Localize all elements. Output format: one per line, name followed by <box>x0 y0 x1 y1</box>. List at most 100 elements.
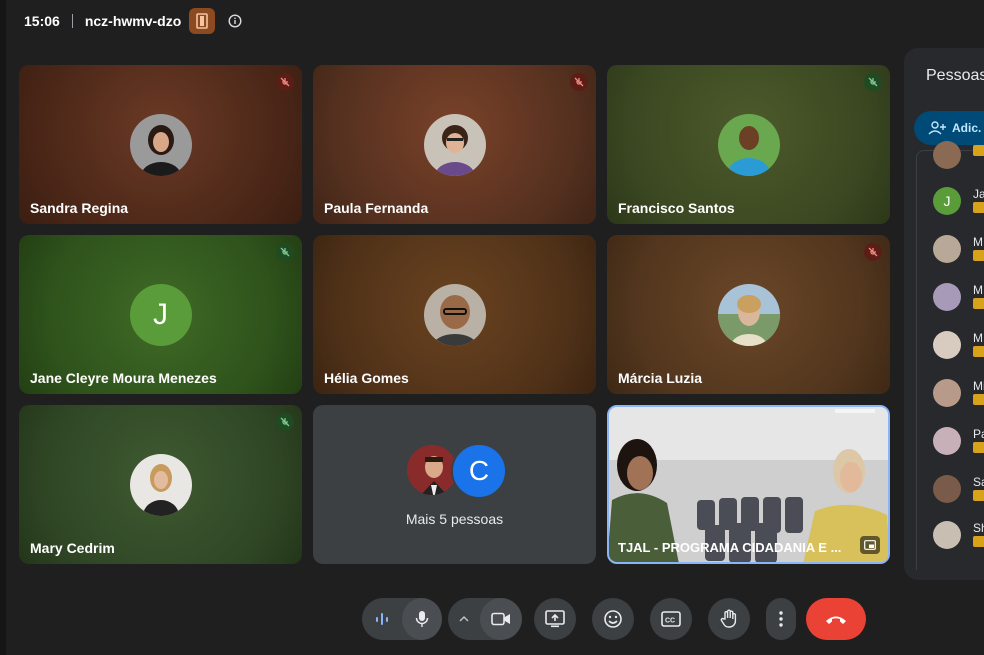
pip-icon[interactable] <box>860 536 880 554</box>
participant-avatar <box>933 141 961 169</box>
hang-up-icon <box>826 616 846 624</box>
participant-avatar <box>933 331 961 359</box>
mic-off-icon <box>570 73 588 91</box>
participant-name: Sa <box>973 475 984 489</box>
camera-options-caret[interactable] <box>448 598 480 640</box>
participant-name: Sandra Regina <box>30 200 129 216</box>
microphone-icon <box>415 611 429 627</box>
list-item[interactable]: Sh <box>933 521 984 551</box>
people-panel-title: Pessoas <box>926 67 984 84</box>
captions-button[interactable]: CC <box>650 598 692 640</box>
add-people-button[interactable]: Adic. <box>914 111 984 145</box>
participant-tile[interactable]: Paula Fernanda <box>313 65 596 224</box>
participant-name: M <box>973 235 983 249</box>
participant-avatar <box>717 283 780 346</box>
participant-name: Ja <box>973 187 984 201</box>
participant-avatar <box>717 113 780 176</box>
more-options-button[interactable] <box>766 598 796 640</box>
mic-off-icon <box>276 413 294 431</box>
more-participants-label: Mais 5 pessoas <box>405 511 504 527</box>
participant-name: TJAL - PROGRAMA CIDADANIA E ... <box>618 540 842 555</box>
more-participants-avatars: C <box>405 443 509 499</box>
present-screen-button[interactable] <box>534 598 576 640</box>
participant-tile[interactable]: Sandra Regina <box>19 65 302 224</box>
participant-letter-avatar: J <box>933 187 961 215</box>
camera-control-group <box>448 598 522 640</box>
emoji-icon <box>604 610 622 628</box>
add-people-label: Adic. <box>952 121 982 135</box>
people-panel: Pessoas Adic. J Ja M M M M P S S <box>904 48 984 580</box>
list-item[interactable]: Pa <box>933 427 984 457</box>
raise-hand-icon <box>720 609 737 628</box>
add-person-icon <box>928 121 946 135</box>
info-icon <box>228 14 242 28</box>
participant-tile[interactable]: J Jane Cleyre Moura Menezes <box>19 235 302 394</box>
leave-call-button[interactable] <box>806 598 866 640</box>
raise-hand-button[interactable] <box>708 598 750 640</box>
host-badge-icon <box>973 346 984 357</box>
participant-tile[interactable]: Mary Cedrim <box>19 405 302 564</box>
camera-button[interactable] <box>480 598 522 640</box>
participant-avatar <box>129 453 192 516</box>
list-item[interactable]: Mi <box>933 379 984 409</box>
participant-avatar <box>933 427 961 455</box>
participant-tile[interactable]: Márcia Luzia <box>607 235 890 394</box>
mic-off-icon <box>864 243 882 261</box>
mic-off-icon <box>864 73 882 91</box>
captions-icon: CC <box>661 611 681 627</box>
list-item[interactable]: Sa <box>933 475 984 505</box>
more-participants-tile[interactable]: C Mais 5 pessoas <box>313 405 596 564</box>
participant-avatar <box>933 235 961 263</box>
participant-letter-avatar: J <box>129 283 192 346</box>
meeting-code: ncz-hwmv-dzo <box>84 13 182 29</box>
reactions-button[interactable] <box>592 598 634 640</box>
list-item[interactable]: M <box>933 331 984 361</box>
participant-name: M <box>973 283 983 297</box>
header-divider <box>71 14 73 28</box>
present-screen-icon <box>545 610 565 628</box>
mic-off-icon <box>276 73 294 91</box>
participant-avatar <box>933 521 961 549</box>
participant-name: Pa <box>973 427 984 441</box>
participant-tile[interactable]: Hélia Gomes <box>313 235 596 394</box>
participant-avatar <box>933 283 961 311</box>
participant-avatar <box>423 113 486 176</box>
clock: 15:06 <box>24 13 60 29</box>
host-badge-icon <box>973 490 984 501</box>
host-badge-icon <box>973 145 984 156</box>
participant-name: Paula Fernanda <box>324 200 429 216</box>
mic-control-group <box>362 598 442 640</box>
list-item[interactable]: M <box>933 283 984 313</box>
list-item[interactable] <box>933 141 984 171</box>
list-item[interactable]: J Ja <box>933 187 984 217</box>
participant-name: Mary Cedrim <box>30 540 115 556</box>
mic-off-icon <box>276 243 294 261</box>
meeting-info-button[interactable] <box>225 11 245 31</box>
participant-avatar <box>933 475 961 503</box>
participant-name: Hélia Gomes <box>324 370 409 386</box>
host-controls-button[interactable] <box>189 8 216 34</box>
more-vert-icon <box>779 611 783 627</box>
list-item[interactable]: M <box>933 235 984 265</box>
audio-levels-button[interactable] <box>362 598 402 640</box>
participant-avatar <box>933 379 961 407</box>
host-badge-icon <box>973 394 984 405</box>
audio-levels-icon <box>376 613 388 625</box>
participant-name: Jane Cleyre Moura Menezes <box>30 370 217 386</box>
door-icon <box>196 13 209 29</box>
host-badge-icon <box>973 298 984 309</box>
participant-avatar <box>129 113 192 176</box>
participant-name: Márcia Luzia <box>618 370 703 386</box>
host-badge-icon <box>973 250 984 261</box>
call-controls-bar: CC <box>352 588 878 650</box>
participant-avatar <box>423 283 486 346</box>
svg-text:CC: CC <box>665 618 675 625</box>
participant-letter-avatar: C <box>451 443 507 499</box>
chevron-up-icon <box>459 615 469 622</box>
participant-name: Mi <box>973 379 984 393</box>
window-edge <box>0 0 6 655</box>
participant-tile[interactable]: Francisco Santos <box>607 65 890 224</box>
microphone-button[interactable] <box>402 598 442 640</box>
camera-icon <box>491 612 510 626</box>
participant-tile-active[interactable]: TJAL - PROGRAMA CIDADANIA E ... <box>607 405 890 564</box>
